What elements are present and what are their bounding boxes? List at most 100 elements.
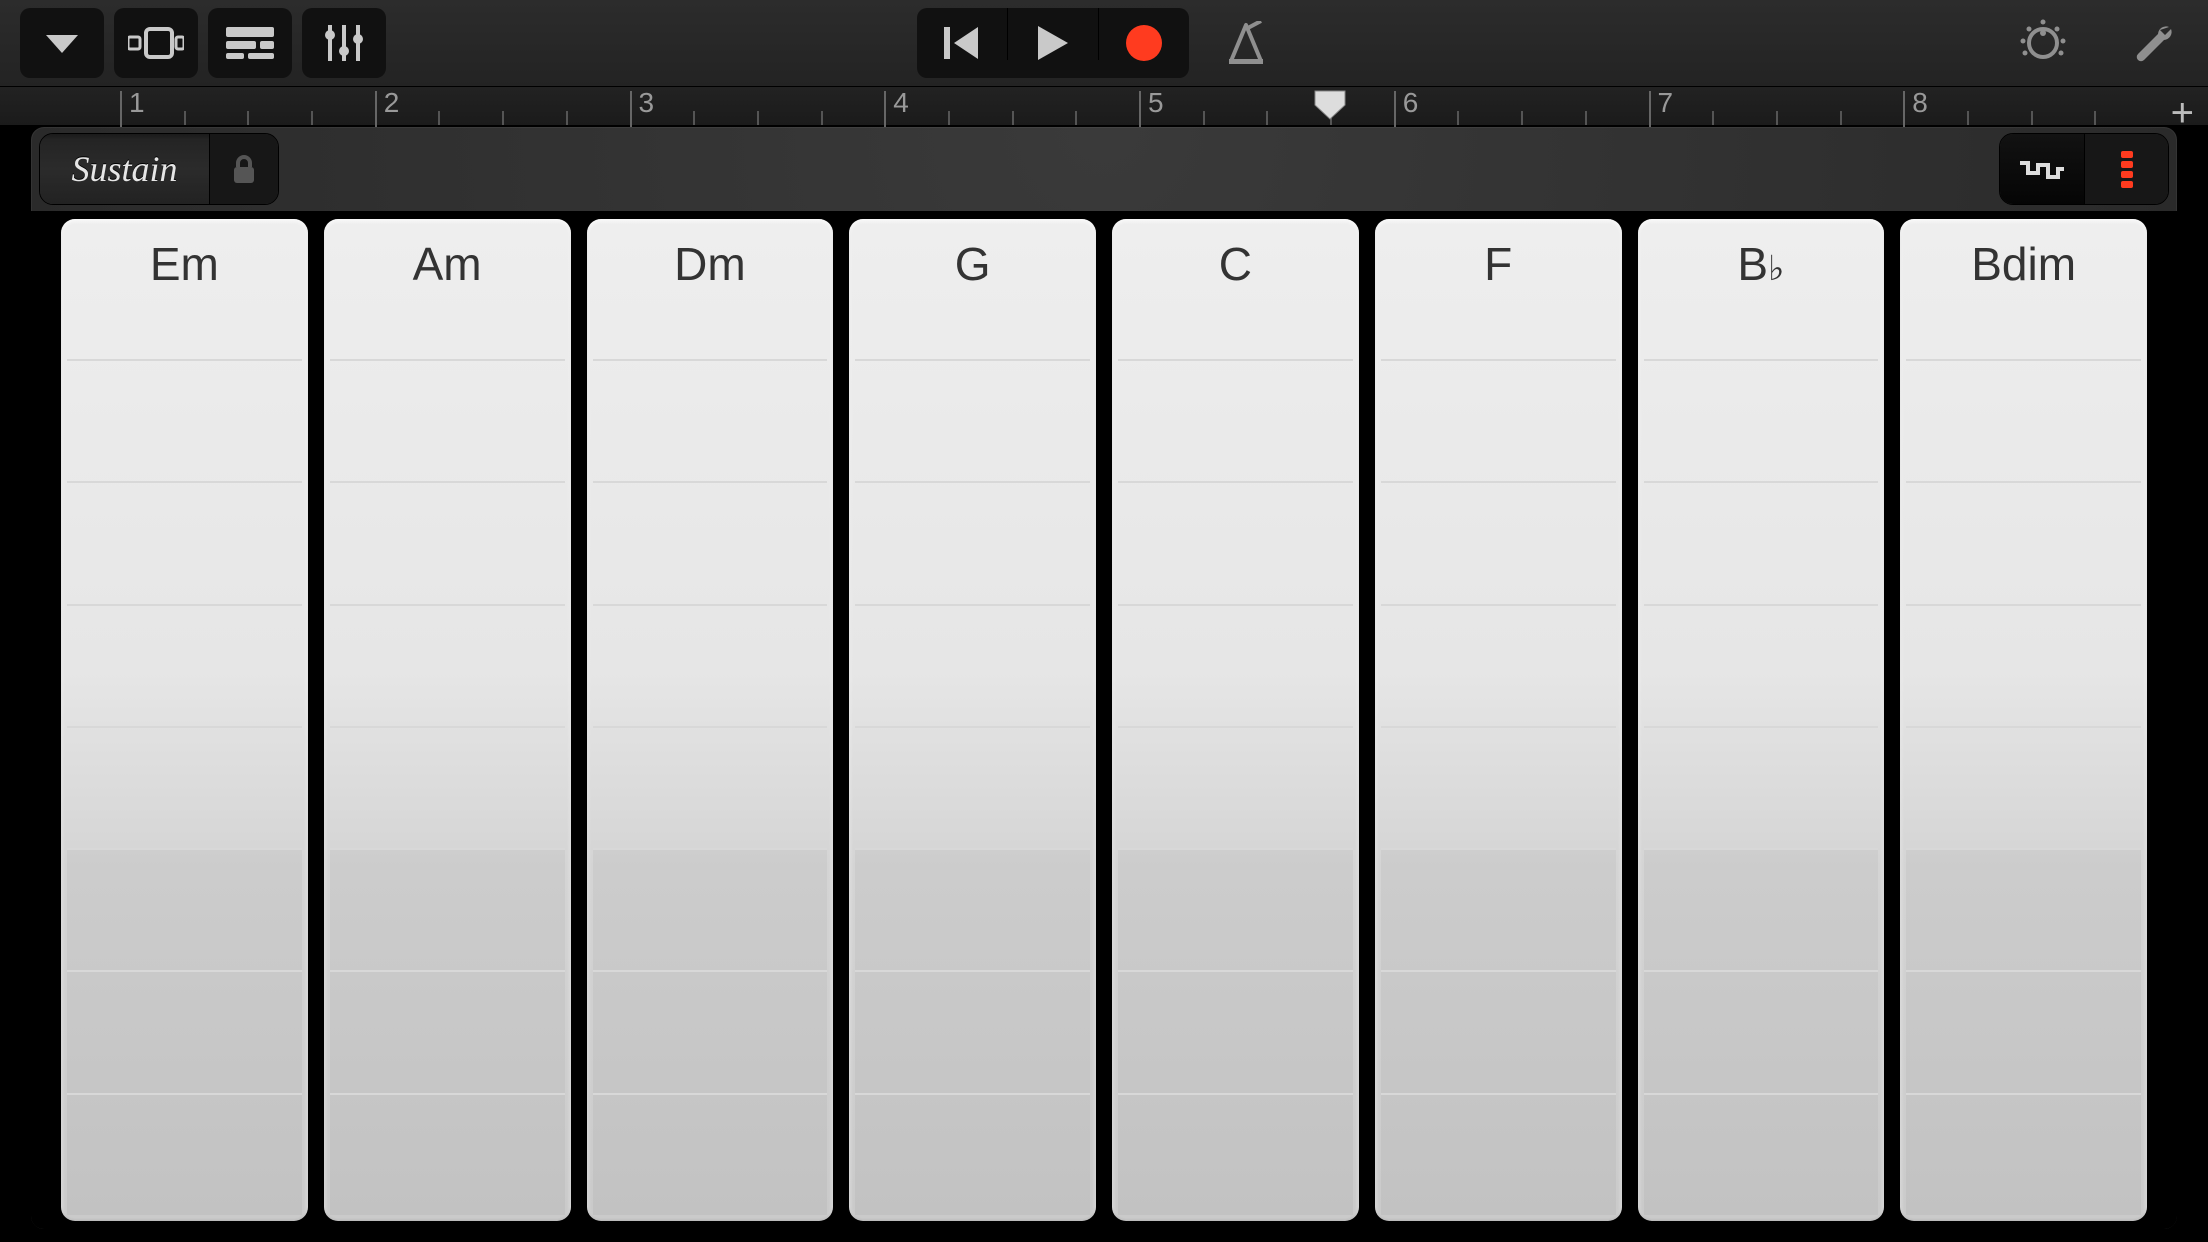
chord-string-row[interactable] xyxy=(855,848,1090,970)
chord-string-row[interactable] xyxy=(67,726,302,848)
chord-string-row[interactable] xyxy=(593,481,828,603)
chord-string-row[interactable] xyxy=(1644,359,1879,481)
chord-string-row[interactable] xyxy=(1644,481,1879,603)
bar-tick xyxy=(120,91,122,127)
chord-strip[interactable]: Am xyxy=(324,219,571,1221)
my-songs-menu-button[interactable] xyxy=(20,8,104,78)
chevron-down-icon xyxy=(42,31,82,55)
chord-string-row[interactable] xyxy=(855,299,1090,359)
chord-string-row[interactable] xyxy=(330,970,565,1092)
bar-tick xyxy=(1649,91,1651,127)
song-settings-button[interactable] xyxy=(2118,8,2188,78)
add-section-button[interactable]: + xyxy=(2171,91,2194,136)
chord-string-row[interactable] xyxy=(1644,1093,1879,1215)
chord-string-row[interactable] xyxy=(1906,726,2141,848)
chord-string-row[interactable] xyxy=(1906,359,2141,481)
chord-string-row[interactable] xyxy=(1118,726,1353,848)
chord-string-row[interactable] xyxy=(330,359,565,481)
metronome-button[interactable] xyxy=(1201,8,1291,78)
beat-tick xyxy=(1203,111,1205,125)
chord-string-row[interactable] xyxy=(1118,299,1353,359)
chord-string-row[interactable] xyxy=(330,848,565,970)
chord-strip[interactable]: Em xyxy=(61,219,308,1221)
timeline-ruler[interactable]: 12345678 + xyxy=(0,86,2208,126)
chord-string-row[interactable] xyxy=(1118,604,1353,726)
chord-string-row[interactable] xyxy=(330,481,565,603)
chord-string-row[interactable] xyxy=(1381,1093,1616,1215)
chord-string-row[interactable] xyxy=(1644,848,1879,970)
tracks-view-button[interactable] xyxy=(208,8,292,78)
chord-string-row[interactable] xyxy=(1118,481,1353,603)
chord-strip[interactable]: G xyxy=(849,219,1096,1221)
chord-string-row[interactable] xyxy=(855,970,1090,1092)
chord-string-row[interactable] xyxy=(1381,299,1616,359)
chord-string-row[interactable] xyxy=(1906,970,2141,1092)
chord-string-row[interactable] xyxy=(1381,481,1616,603)
chord-string-row[interactable] xyxy=(1906,1093,2141,1215)
instrument-browser-button[interactable] xyxy=(114,8,198,78)
master-effects-button[interactable] xyxy=(2008,8,2078,78)
playhead[interactable] xyxy=(1313,89,1347,126)
chord-string-row[interactable] xyxy=(330,726,565,848)
chord-string-row[interactable] xyxy=(1906,299,2141,359)
sustain-lock-button[interactable] xyxy=(210,134,278,204)
chord-string-row[interactable] xyxy=(593,970,828,1092)
chord-string-row[interactable] xyxy=(67,848,302,970)
bar-tick xyxy=(1139,91,1141,127)
chord-string-row[interactable] xyxy=(855,726,1090,848)
chord-string-row[interactable] xyxy=(1644,970,1879,1092)
chord-string-row[interactable] xyxy=(1644,299,1879,359)
chord-string-row[interactable] xyxy=(1118,359,1353,481)
chord-string-row[interactable] xyxy=(593,1093,828,1215)
chord-string-row[interactable] xyxy=(1118,1093,1353,1215)
chord-string-row[interactable] xyxy=(855,359,1090,481)
chord-string-row[interactable] xyxy=(593,726,828,848)
chord-label: C xyxy=(1112,219,1359,299)
bar-number: 8 xyxy=(1912,87,1928,119)
record-button[interactable] xyxy=(1099,8,1189,78)
play-icon xyxy=(1036,24,1070,62)
chord-string-row[interactable] xyxy=(67,1093,302,1215)
chord-string-row[interactable] xyxy=(593,359,828,481)
chord-string-row[interactable] xyxy=(855,1093,1090,1215)
chord-string-row[interactable] xyxy=(1906,481,2141,603)
chord-string-row[interactable] xyxy=(1644,604,1879,726)
chord-strip[interactable]: Bdim xyxy=(1900,219,2147,1221)
notes-mode-button[interactable] xyxy=(2000,134,2084,204)
chord-string-row[interactable] xyxy=(1644,726,1879,848)
chord-string-row[interactable] xyxy=(1118,970,1353,1092)
chord-string-row[interactable] xyxy=(67,970,302,1092)
chord-string-row[interactable] xyxy=(1118,848,1353,970)
chord-string-row[interactable] xyxy=(1906,604,2141,726)
sustain-button[interactable]: Sustain xyxy=(40,134,210,204)
chord-string-row[interactable] xyxy=(1906,848,2141,970)
go-to-beginning-button[interactable] xyxy=(917,8,1007,78)
chord-string-row[interactable] xyxy=(330,604,565,726)
chord-string-row[interactable] xyxy=(1381,726,1616,848)
chord-strip[interactable]: F xyxy=(1375,219,1622,1221)
chord-strip[interactable]: C xyxy=(1112,219,1359,1221)
play-button[interactable] xyxy=(1008,8,1098,78)
chord-strip[interactable]: B♭ xyxy=(1638,219,1885,1221)
bar-tick xyxy=(630,91,632,127)
chord-string-row[interactable] xyxy=(593,299,828,359)
track-controls-button[interactable] xyxy=(302,8,386,78)
chord-string-row[interactable] xyxy=(593,604,828,726)
chord-string-row[interactable] xyxy=(1381,359,1616,481)
beat-tick xyxy=(438,111,440,125)
chord-string-row[interactable] xyxy=(67,481,302,603)
chord-strip[interactable]: Dm xyxy=(587,219,834,1221)
beat-tick xyxy=(1712,111,1714,125)
chord-string-row[interactable] xyxy=(593,848,828,970)
chord-string-row[interactable] xyxy=(330,1093,565,1215)
chord-string-row[interactable] xyxy=(855,604,1090,726)
chord-string-row[interactable] xyxy=(67,604,302,726)
chord-string-row[interactable] xyxy=(67,299,302,359)
chords-mode-button[interactable] xyxy=(2084,134,2168,204)
chord-string-row[interactable] xyxy=(330,299,565,359)
chord-string-row[interactable] xyxy=(1381,848,1616,970)
chord-string-row[interactable] xyxy=(855,481,1090,603)
chord-string-row[interactable] xyxy=(67,359,302,481)
chord-string-row[interactable] xyxy=(1381,604,1616,726)
chord-string-row[interactable] xyxy=(1381,970,1616,1092)
